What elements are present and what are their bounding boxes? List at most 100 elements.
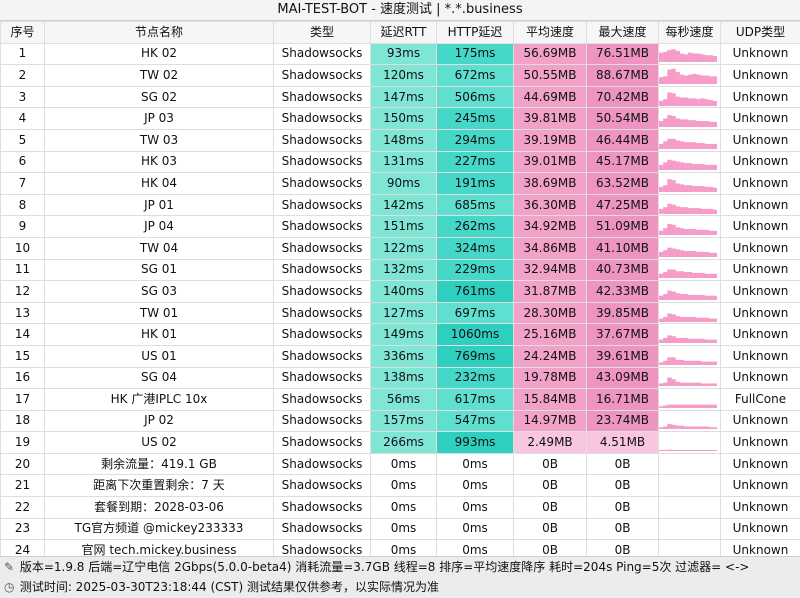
speed-sparkline: [659, 283, 717, 300]
cell-per-second-chart: [659, 237, 721, 259]
cell-udp: Unknown: [721, 259, 800, 281]
cell-max-speed: 37.67MB: [587, 324, 659, 346]
cell-rtt: 140ms: [371, 281, 437, 303]
sparkline-bar: [692, 427, 696, 430]
sparkline-bar: [709, 404, 713, 407]
speed-sparkline: [659, 132, 717, 149]
cell-index: 14: [1, 324, 45, 346]
cell-per-second-chart: [659, 129, 721, 151]
cell-type: Shadowsocks: [274, 65, 371, 87]
sparkline-bar: [696, 383, 700, 386]
sparkline-bar: [700, 55, 704, 63]
cell-rtt: 336ms: [371, 345, 437, 367]
cell-avg-speed: 19.78MB: [514, 367, 587, 389]
cell-udp: Unknown: [721, 65, 800, 87]
sparkline-bar: [659, 296, 663, 300]
cell-udp: Unknown: [721, 432, 800, 454]
speed-sparkline: [659, 412, 717, 429]
sparkline-bar: [663, 294, 667, 300]
sparkline-bar: [709, 296, 713, 300]
cell-per-second-chart: [659, 475, 721, 497]
cell-max-speed: 40.73MB: [587, 259, 659, 281]
sparkline-bar: [709, 361, 713, 364]
sparkline-bar: [667, 424, 671, 429]
sparkline-bar: [684, 316, 688, 321]
sparkline-bar: [696, 164, 700, 170]
sparkline-bar: [713, 428, 717, 430]
sparkline-bar: [680, 383, 684, 386]
sparkline-bar: [663, 250, 667, 257]
sparkline-bar: [676, 404, 680, 407]
cell-avg-speed: 25.16MB: [514, 324, 587, 346]
sparkline-bar: [709, 428, 713, 430]
sparkline-bar: [709, 231, 713, 235]
sparkline-bar: [700, 208, 704, 213]
speed-sparkline: [659, 218, 717, 235]
sparkline-bar: [667, 404, 671, 407]
cell-avg-speed: 38.69MB: [514, 173, 587, 195]
sparkline-bar: [692, 54, 696, 63]
sparkline-bar: [659, 406, 663, 408]
sparkline-bar: [713, 231, 717, 235]
sparkline-bar: [684, 338, 688, 343]
cell-http: 672ms: [437, 65, 514, 87]
cell-index: 15: [1, 345, 45, 367]
cell-http: 1060ms: [437, 324, 514, 346]
cell-type: Shadowsocks: [274, 108, 371, 130]
sparkline-bar: [692, 120, 696, 127]
sparkline-bar: [713, 318, 717, 321]
sparkline-bar: [684, 251, 688, 257]
cell-avg-speed: 0B: [514, 453, 587, 475]
sparkline-bar: [680, 360, 684, 365]
cell-index: 2: [1, 65, 45, 87]
cell-type: Shadowsocks: [274, 151, 371, 173]
sparkline-bar: [663, 272, 667, 278]
cell-http: 0ms: [437, 518, 514, 540]
sparkline-bar: [684, 229, 688, 235]
sparkline-bar: [659, 428, 663, 430]
speed-sparkline: [659, 197, 717, 214]
sparkline-bar: [671, 357, 675, 365]
sparkline-bar: [676, 426, 680, 429]
cell-rtt: 127ms: [371, 302, 437, 324]
sparkline-bar: [663, 207, 667, 214]
sparkline-bar: [713, 384, 717, 387]
cell-http: 232ms: [437, 367, 514, 389]
cell-udp: Unknown: [721, 302, 800, 324]
cell-rtt: 150ms: [371, 108, 437, 130]
table-row: 17HK 广港IPLC 10xShadowsocks56ms617ms15.84…: [1, 389, 800, 411]
sparkline-bar: [709, 384, 713, 387]
table-row: 15US 01Shadowsocks336ms769ms24.24MB39.61…: [1, 345, 800, 367]
cell-index: 19: [1, 432, 45, 454]
cell-node-name: SG 03: [45, 281, 274, 303]
table-row: 10TW 04Shadowsocks122ms324ms34.86MB41.10…: [1, 237, 800, 259]
sparkline-bar: [676, 272, 680, 279]
sparkline-bar: [663, 141, 667, 149]
cell-index: 16: [1, 367, 45, 389]
cell-index: 18: [1, 410, 45, 432]
cell-udp: Unknown: [721, 345, 800, 367]
cell-node-name: SG 04: [45, 367, 274, 389]
sparkline-bar: [667, 313, 671, 322]
sparkline-bar: [688, 98, 692, 106]
cell-http: 697ms: [437, 302, 514, 324]
sparkline-bar: [680, 184, 684, 192]
sparkline-bar: [667, 270, 671, 279]
footer-time-text: 测试时间: 2025-03-30T23:18:44 (CST) 测试结果仅供参考…: [20, 580, 439, 594]
sparkline-bar: [692, 74, 696, 84]
sparkline-bar: [688, 404, 692, 407]
cell-rtt: 93ms: [371, 43, 437, 65]
sparkline-bar: [692, 295, 696, 300]
sparkline-bar: [692, 164, 696, 170]
sparkline-bar: [659, 252, 663, 257]
cell-avg-speed: 39.19MB: [514, 129, 587, 151]
sparkline-bar: [671, 248, 675, 257]
sparkline-bar: [692, 404, 696, 407]
cell-index: 17: [1, 389, 45, 411]
sparkline-bar: [688, 164, 692, 171]
cell-rtt: 90ms: [371, 173, 437, 195]
cell-rtt: 0ms: [371, 497, 437, 519]
sparkline-bar: [684, 120, 688, 128]
sparkline-bar: [659, 362, 663, 365]
cell-type: Shadowsocks: [274, 389, 371, 411]
